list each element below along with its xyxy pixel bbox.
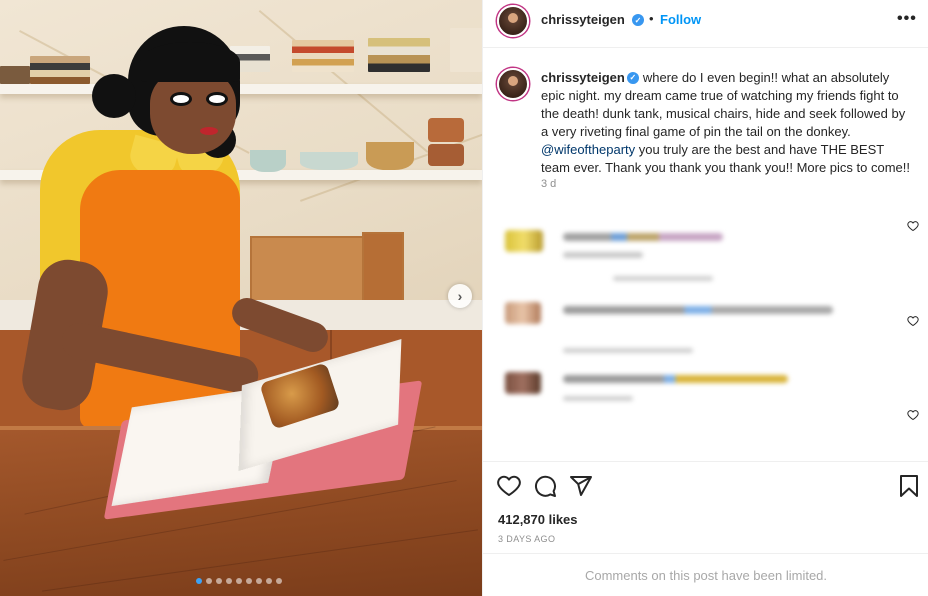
author-avatar[interactable] bbox=[497, 5, 529, 37]
shelf bbox=[0, 84, 482, 94]
comments-limited-notice: Comments on this post have been limited. bbox=[483, 553, 928, 596]
carousel-dot bbox=[196, 578, 202, 584]
action-bar bbox=[483, 461, 928, 497]
canister bbox=[428, 144, 464, 166]
caption-mention-link[interactable]: @wifeoftheparty bbox=[541, 142, 635, 157]
book-stack bbox=[368, 38, 430, 72]
caption-username[interactable]: chrissyteigen bbox=[541, 70, 625, 85]
more-options-icon[interactable]: ••• bbox=[897, 10, 917, 28]
comment-text bbox=[563, 252, 643, 258]
commenter-avatar[interactable] bbox=[505, 302, 541, 324]
heart-icon[interactable] bbox=[907, 315, 919, 327]
carousel-dot bbox=[256, 578, 262, 584]
carousel-dot bbox=[216, 578, 222, 584]
comment-meta bbox=[563, 396, 633, 401]
follow-button[interactable]: Follow bbox=[660, 12, 701, 27]
heart-icon[interactable] bbox=[907, 220, 919, 232]
post-sidebar: chrissyteigen ✓ • Follow ••• chrissyteig… bbox=[482, 0, 928, 596]
commenter-avatar[interactable] bbox=[505, 372, 541, 394]
commenter-avatar[interactable] bbox=[505, 230, 543, 252]
share-icon[interactable] bbox=[569, 474, 593, 498]
comment-meta bbox=[563, 348, 693, 353]
book-stack bbox=[30, 56, 90, 84]
plates bbox=[300, 152, 358, 170]
heart-icon[interactable] bbox=[497, 474, 521, 498]
comment-text bbox=[563, 306, 833, 314]
verified-badge-icon: ✓ bbox=[626, 71, 639, 84]
caption-avatar[interactable] bbox=[497, 68, 529, 100]
carousel-dot bbox=[246, 578, 252, 584]
bowl bbox=[366, 142, 414, 170]
carousel-next-button[interactable]: › bbox=[448, 284, 472, 308]
post-photo[interactable]: › bbox=[0, 0, 482, 596]
cutting-board bbox=[362, 232, 404, 304]
verified-badge-icon: ✓ bbox=[632, 14, 644, 26]
book-stack bbox=[0, 66, 30, 84]
carousel-dots bbox=[196, 578, 282, 584]
comment-text bbox=[563, 375, 788, 383]
header-separator: • bbox=[649, 11, 654, 26]
carousel-dot bbox=[266, 578, 272, 584]
carousel-dot bbox=[206, 578, 212, 584]
book-stack bbox=[292, 40, 354, 72]
comment-icon[interactable] bbox=[533, 474, 557, 498]
marble-vein bbox=[258, 10, 429, 153]
carousel-dot bbox=[276, 578, 282, 584]
comment-text bbox=[563, 233, 723, 241]
caption-age: 3 d bbox=[541, 178, 557, 190]
post-date[interactable]: 3 DAYS AGO bbox=[498, 534, 555, 544]
post-header: chrissyteigen ✓ • Follow ••• bbox=[483, 0, 928, 48]
canister bbox=[428, 118, 464, 142]
hair-bun bbox=[92, 74, 136, 118]
cutting-board bbox=[250, 236, 370, 306]
comments-limited-text: Comments on this post have been limited. bbox=[584, 567, 828, 583]
like-count[interactable]: 412,870 likes bbox=[498, 512, 578, 527]
lips bbox=[200, 127, 218, 135]
face bbox=[150, 70, 236, 154]
eye bbox=[170, 92, 192, 106]
carousel-dot bbox=[226, 578, 232, 584]
heart-icon[interactable] bbox=[907, 409, 919, 421]
comment-meta bbox=[613, 276, 713, 281]
book-stack bbox=[450, 28, 482, 72]
carousel-dot bbox=[236, 578, 242, 584]
post-caption: chrissyteigen ✓ where do I even begin!! wh… bbox=[541, 69, 911, 177]
bookmark-icon[interactable] bbox=[897, 474, 921, 498]
hair-bangs bbox=[140, 42, 240, 82]
eye bbox=[206, 92, 228, 106]
chevron-right-icon: › bbox=[457, 288, 463, 304]
bowl bbox=[250, 150, 286, 172]
author-username[interactable]: chrissyteigen bbox=[541, 12, 625, 27]
